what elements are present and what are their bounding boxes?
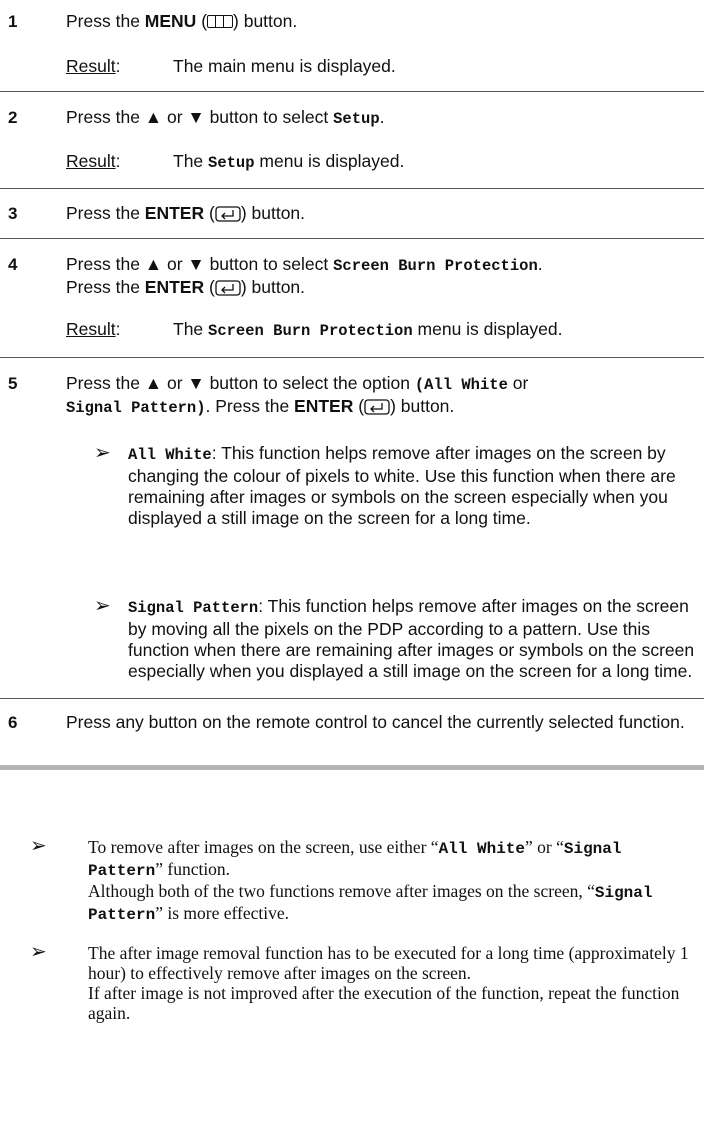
manual-page: 1 Press the MENU ( ) button. Result: The m… xyxy=(0,0,704,1130)
note-signal-pattern: Signal Pattern: This function helps remo… xyxy=(128,596,698,682)
option-name: All White xyxy=(438,840,525,858)
result-label: Result: xyxy=(66,56,121,76)
menu-label: MENU xyxy=(144,11,197,31)
note-arrow-icon: ➢ xyxy=(94,442,111,464)
enter-icon xyxy=(364,399,390,415)
result-label: Result: xyxy=(66,319,121,339)
step-number: 4 xyxy=(8,255,18,274)
step-2-result: Result: The Setup menu is displayed. xyxy=(66,151,405,172)
enter-label: ENTER xyxy=(294,396,354,416)
footnote-2: The after image removal function has to … xyxy=(88,943,698,1023)
step-1-result: Result: The main menu is displayed. xyxy=(66,56,396,77)
footnote-text: If after image is not improved after the… xyxy=(88,983,680,1023)
enter-icon xyxy=(215,280,241,296)
step-4-result: Result: The Screen Burn Protection menu i… xyxy=(66,319,563,340)
step-number: 6 xyxy=(8,713,18,732)
section-divider xyxy=(0,765,704,770)
note-arrow-icon: ➢ xyxy=(94,595,111,617)
footnote-1: To remove after images on the screen, us… xyxy=(88,837,653,924)
option-name: Signal Pattern) xyxy=(66,399,206,417)
divider xyxy=(0,357,704,358)
enter-icon xyxy=(215,206,241,222)
note-term: Signal Pattern xyxy=(128,599,259,617)
enter-label: ENTER xyxy=(144,203,205,223)
step-text: Press the xyxy=(66,11,145,31)
result-label: Result: xyxy=(66,151,121,171)
option-name: (All White xyxy=(414,376,508,394)
menu-item-name: Screen Burn Protection xyxy=(333,257,538,275)
result-text: The main menu is displayed. xyxy=(173,56,396,76)
step-number: 2 xyxy=(8,108,18,127)
menu-item-name: Screen Burn Protection xyxy=(208,322,413,340)
divider xyxy=(0,188,704,189)
note-all-white: All White: This function helps remove af… xyxy=(128,443,698,529)
step-text: ) button. xyxy=(233,11,298,31)
menu-item-name: Setup xyxy=(333,110,380,128)
step-6-text: Press any button on the remote control t… xyxy=(66,712,685,732)
step-number: 1 xyxy=(8,12,18,31)
note-arrow-icon: ➢ xyxy=(30,835,47,857)
divider xyxy=(0,238,704,239)
menu-item-name: Setup xyxy=(208,154,255,172)
divider xyxy=(0,91,704,92)
step-3-text: Press the ENTER () button. xyxy=(66,203,306,223)
divider xyxy=(0,698,704,699)
step-5-text: Press the ▲ or ▼ button to select the op… xyxy=(66,373,529,417)
step-1-text: Press the MENU ( ) button. xyxy=(66,11,696,32)
paren: ( xyxy=(196,11,208,31)
note-arrow-icon: ➢ xyxy=(30,941,47,963)
step-number: 5 xyxy=(8,374,18,393)
menu-icon xyxy=(207,15,234,28)
footnote-text: The after image removal function has to … xyxy=(88,943,689,983)
enter-label: ENTER xyxy=(144,277,205,297)
step-4-text: Press the ▲ or ▼ button to select Screen… xyxy=(66,254,543,297)
note-term: All White xyxy=(128,446,212,464)
step-number: 3 xyxy=(8,204,18,223)
step-2-text: Press the ▲ or ▼ button to select Setup. xyxy=(66,107,385,128)
